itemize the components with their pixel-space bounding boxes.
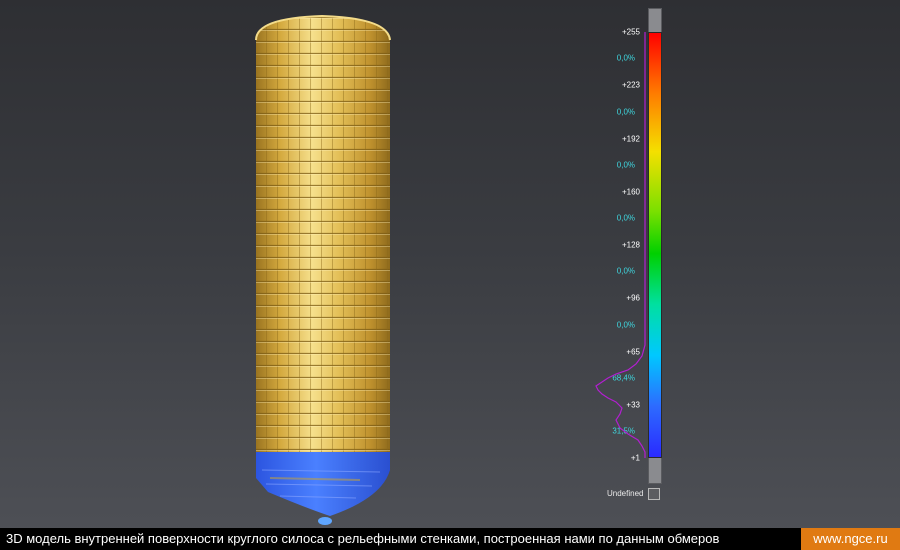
image-caption: 3D модель внутренней поверхности круглог… xyxy=(6,531,720,546)
distribution-histogram xyxy=(595,32,646,458)
silo-3d-model xyxy=(255,14,391,525)
site-link[interactable]: www.ngce.ru xyxy=(801,528,900,550)
3d-viewport[interactable] xyxy=(0,0,900,528)
color-scale-panel: +255 +223 +192 +160 +128 +96 +65 +33 +1 … xyxy=(590,0,680,510)
undefined-label: Undefined xyxy=(607,489,644,498)
undefined-color-swatch[interactable] xyxy=(648,488,660,500)
caption-bar: 3D модель внутренней поверхности круглог… xyxy=(0,528,900,550)
